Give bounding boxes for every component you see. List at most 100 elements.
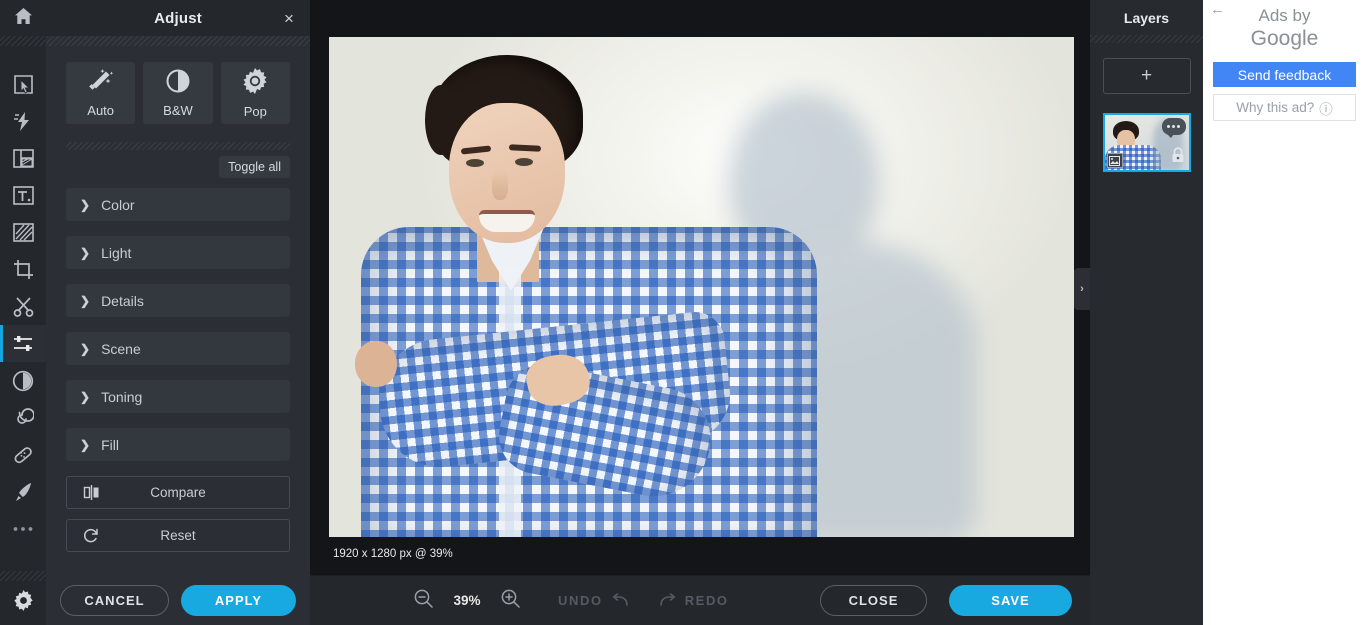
compare-label: Compare bbox=[150, 485, 206, 500]
redo-label: REDO bbox=[684, 593, 729, 608]
panel-collapse-toggle[interactable]: › bbox=[1074, 268, 1090, 310]
bandage-icon bbox=[12, 444, 34, 466]
sidebar-item-cutout[interactable] bbox=[0, 288, 46, 325]
home-button[interactable] bbox=[0, 0, 46, 36]
paint-brush-icon bbox=[12, 481, 34, 503]
rail-divider-bottom bbox=[0, 571, 46, 581]
chevron-right-icon: ❯ bbox=[80, 293, 91, 308]
redo-button[interactable]: REDO bbox=[659, 592, 729, 609]
chevron-right-icon: ❯ bbox=[80, 389, 91, 404]
sidebar-item-texture[interactable] bbox=[0, 214, 46, 251]
spiral-icon bbox=[12, 407, 34, 429]
sidebar-item-contrast[interactable] bbox=[0, 362, 46, 399]
settings-button[interactable] bbox=[0, 581, 46, 625]
toggle-all-button[interactable]: Toggle all bbox=[219, 156, 290, 178]
hatched-square-icon bbox=[12, 223, 34, 242]
close-icon[interactable]: × bbox=[280, 9, 298, 27]
cursor-select-icon bbox=[13, 74, 34, 95]
sidebar-item-swirl[interactable] bbox=[0, 399, 46, 436]
auto-button[interactable]: Auto bbox=[66, 62, 136, 124]
zoom-out-icon[interactable] bbox=[414, 589, 433, 613]
google-brand-label: Google bbox=[1250, 27, 1319, 51]
sidebar-item-adjust[interactable] bbox=[0, 325, 46, 362]
undo-arrow-icon bbox=[612, 592, 629, 609]
reset-arrow-icon bbox=[83, 528, 99, 544]
section-divider bbox=[66, 142, 290, 150]
zoom-controls: 39% bbox=[414, 589, 520, 613]
undo-button[interactable]: UNDO bbox=[558, 592, 629, 609]
section-label: Color bbox=[101, 196, 135, 213]
compare-split-icon bbox=[83, 485, 100, 500]
undo-label: UNDO bbox=[558, 593, 603, 608]
save-button[interactable]: SAVE bbox=[949, 585, 1072, 616]
sidebar-item-heal[interactable] bbox=[0, 436, 46, 473]
rail-divider bbox=[0, 36, 46, 46]
sunburst-icon bbox=[242, 67, 268, 99]
lock-icon[interactable] bbox=[1171, 147, 1185, 168]
sidebar-item-effects[interactable] bbox=[0, 103, 46, 140]
image-dimensions-badge: 1920 x 1280 px @ 39% bbox=[329, 546, 457, 562]
section-fill[interactable]: ❯ Fill bbox=[66, 428, 290, 461]
crop-icon bbox=[13, 259, 34, 280]
why-this-ad-button[interactable]: Why this ad? ⓘ bbox=[1213, 94, 1356, 122]
history-controls: UNDO REDO bbox=[558, 592, 729, 609]
section-label: Details bbox=[101, 292, 144, 309]
section-scene[interactable]: ❯ Scene bbox=[66, 332, 290, 365]
sidebar-item-select[interactable] bbox=[0, 66, 46, 103]
layer-item[interactable] bbox=[1102, 113, 1191, 172]
pop-button[interactable]: Pop bbox=[220, 62, 290, 124]
page-title: Adjust bbox=[154, 9, 202, 27]
utility-buttons: Compare Reset bbox=[46, 476, 310, 552]
frame-layout-icon bbox=[12, 149, 34, 168]
panel-divider bbox=[46, 36, 310, 46]
bottom-toolbar: 39% UNDO REDO CLOSE SAVE bbox=[310, 575, 1090, 625]
layers-title: Layers bbox=[1123, 10, 1170, 26]
sidebar-item-crop[interactable] bbox=[0, 251, 46, 288]
sidebar-item-text[interactable] bbox=[0, 177, 46, 214]
photo-canvas[interactable] bbox=[329, 37, 1074, 537]
chevron-right-icon: ❯ bbox=[80, 245, 91, 260]
bw-button[interactable]: B&W bbox=[143, 62, 213, 124]
zoom-in-icon[interactable] bbox=[501, 589, 520, 613]
adjust-panel-body: Auto B&W Pop Toggle all ❯ Color ❯ Light … bbox=[46, 46, 310, 625]
ads-panel: ← Ads by Google Send feedback Why this a… bbox=[1203, 0, 1366, 625]
ads-by-label: Ads by bbox=[1258, 6, 1311, 25]
bw-label: B&W bbox=[163, 102, 193, 118]
send-feedback-button[interactable]: Send feedback bbox=[1213, 62, 1356, 88]
quick-actions: Auto B&W Pop bbox=[46, 46, 310, 124]
layer-menu-button[interactable] bbox=[1161, 118, 1186, 138]
section-color[interactable]: ❯ Color bbox=[66, 188, 290, 221]
magic-wand-icon bbox=[88, 68, 114, 98]
photo-subject bbox=[349, 55, 819, 537]
tool-list bbox=[0, 46, 46, 571]
close-button[interactable]: CLOSE bbox=[820, 585, 927, 616]
redo-arrow-icon bbox=[659, 592, 676, 609]
info-icon: ⓘ bbox=[1319, 101, 1333, 117]
sidebar-item-brush[interactable] bbox=[0, 473, 46, 510]
compare-button[interactable]: Compare bbox=[66, 476, 290, 509]
why-this-ad-label: Why this ad? bbox=[1236, 100, 1315, 116]
cancel-button[interactable]: CANCEL bbox=[60, 584, 169, 616]
section-details[interactable]: ❯ Details bbox=[66, 284, 290, 317]
reset-button[interactable]: Reset bbox=[66, 519, 290, 552]
more-tools-button[interactable] bbox=[0, 510, 46, 547]
apply-button[interactable]: APPLY bbox=[181, 584, 296, 616]
photo-smile bbox=[479, 210, 535, 232]
zoom-level: 39% bbox=[453, 593, 481, 608]
reset-label: Reset bbox=[160, 528, 196, 543]
section-light[interactable]: ❯ Light bbox=[66, 236, 290, 269]
toggle-all-row: Toggle all bbox=[46, 150, 310, 178]
contrast-circle-icon bbox=[12, 370, 34, 392]
chevron-right-icon: ❯ bbox=[80, 437, 91, 452]
section-label: Light bbox=[101, 244, 132, 261]
add-layer-button[interactable]: + bbox=[1102, 58, 1191, 94]
auto-label: Auto bbox=[87, 102, 115, 118]
image-thumbnail-icon[interactable] bbox=[1106, 153, 1123, 168]
canvas-area[interactable]: 1920 x 1280 px @ 39% › bbox=[310, 0, 1090, 575]
section-toning[interactable]: ❯ Toning bbox=[66, 380, 290, 413]
back-arrow-icon[interactable]: ← bbox=[1210, 2, 1225, 17]
adjust-panel-footer: CANCEL APPLY bbox=[46, 575, 310, 625]
sidebar-item-frames[interactable] bbox=[0, 140, 46, 177]
adjustment-sections: ❯ Color ❯ Light ❯ Details ❯ Scene ❯ Toni… bbox=[46, 178, 310, 461]
ellipsis-icon bbox=[12, 525, 34, 533]
